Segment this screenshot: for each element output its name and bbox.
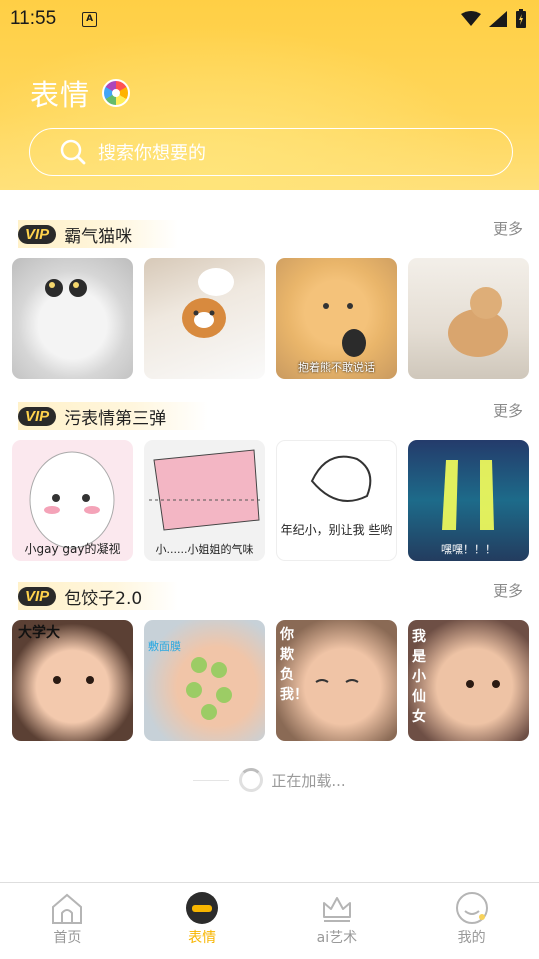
cat-sunglasses-image <box>45 279 87 297</box>
sticker-thumb[interactable]: 抱着熊不敢说话 <box>276 258 397 379</box>
tab-home[interactable]: 首页 <box>0 883 135 959</box>
status-bar: 11:55 A <box>10 6 527 32</box>
pinwheel-icon <box>102 79 131 107</box>
section-header: VIP 包饺子2.0 更多 <box>0 578 539 618</box>
sticker-thumb[interactable]: 小gay gay的凝视 <box>12 440 133 561</box>
vip-badge: VIP <box>18 586 57 606</box>
sticker-thumb[interactable]: 你欺负我！ <box>276 620 397 741</box>
section-header: VIP 霸气猫咪 更多 <box>0 216 539 256</box>
sticker-thumb[interactable]: 嘿嘿！！！ <box>408 440 529 561</box>
sticker-thumb[interactable] <box>12 258 133 379</box>
profile-icon <box>455 892 488 924</box>
doodle-blob-image <box>310 455 372 502</box>
sticker-caption: 嘿嘿！！！ <box>441 543 496 556</box>
section-title: 污表情第三弹 <box>64 408 167 429</box>
tab-label: 表情 <box>188 930 217 946</box>
sticker-thumb[interactable] <box>144 258 265 379</box>
sticker-thumb[interactable]: 敷面膜 <box>144 620 265 741</box>
loading-indicator: 正在加载... <box>0 768 539 792</box>
section-dumplings: VIP 包饺子2.0 更多 大学大 敷面膜 你欺负我！ 我是小仙女 <box>0 578 539 741</box>
tab-label: 我的 <box>457 930 486 946</box>
section-title: 包饺子2.0 <box>64 588 143 609</box>
tab-profile[interactable]: 我的 <box>404 883 539 959</box>
sticker-caption: 我是小仙女 <box>412 629 426 725</box>
search-bar[interactable]: 搜索你想要的 <box>29 128 513 176</box>
spinner-icon <box>239 768 264 792</box>
sitting-cat-image <box>448 287 508 357</box>
vip-badge: VIP <box>18 224 57 244</box>
sticker-caption: 大学大 <box>18 625 60 641</box>
sticker-thumb[interactable]: 我是小仙女 <box>408 620 529 741</box>
more-link[interactable]: 更多 <box>493 218 523 239</box>
sticker-caption: 你欺负我！ <box>280 627 308 703</box>
more-link[interactable]: 更多 <box>493 580 523 601</box>
notification-icon: A <box>82 11 98 27</box>
search-icon <box>60 139 86 165</box>
home-icon <box>52 893 83 924</box>
sticker-thumb[interactable] <box>408 258 529 379</box>
vip-badge: VIP <box>18 406 57 426</box>
section-header: VIP 污表情第三弹 更多 <box>0 398 539 438</box>
sticker-thumb[interactable]: 小......小姐姐的气味 <box>144 440 265 561</box>
section-cats: VIP 霸气猫咪 更多 抱着熊不敢说话 <box>0 216 539 379</box>
tab-label: 首页 <box>53 930 82 946</box>
bottom-tab-bar: 首页 表情 ai艺术 我的 <box>0 882 539 959</box>
sticker-caption: 小......小姐姐的气味 <box>155 543 254 556</box>
wifi-icon <box>461 11 481 26</box>
sticker-caption: 年纪小，别让我 些哟 <box>280 523 393 537</box>
sticker-thumb[interactable]: 年纪小，别让我 些哟 <box>276 440 397 561</box>
crown-icon <box>322 897 351 922</box>
tab-ai-art[interactable]: ai艺术 <box>270 883 405 959</box>
sticker-caption: 抱着熊不敢说话 <box>298 361 375 374</box>
emoji-icon <box>186 892 219 924</box>
two-cats-image <box>182 268 234 338</box>
signal-icon <box>489 11 507 27</box>
header: 11:55 A 表情 搜索你想要的 <box>0 0 539 190</box>
more-link[interactable]: 更多 <box>493 400 523 421</box>
page-title: 表情 <box>30 78 91 112</box>
section-naughty: VIP 污表情第三弹 更多 小gay gay的凝视 小......小姐姐的气味 … <box>0 398 539 561</box>
sticker-thumb[interactable]: 大学大 <box>12 620 133 741</box>
title-row: 表情 <box>30 72 131 114</box>
tab-emoji[interactable]: 表情 <box>135 883 270 959</box>
sticker-caption: 小gay gay的凝视 <box>24 542 121 556</box>
section-title: 霸气猫咪 <box>64 226 133 247</box>
tab-label: ai艺术 <box>316 930 358 946</box>
loading-text: 正在加载... <box>271 771 346 790</box>
battery-icon <box>516 9 526 28</box>
sticker-caption: 敷面膜 <box>148 640 181 653</box>
search-placeholder: 搜索你想要的 <box>98 143 206 164</box>
status-time: 11:55 <box>10 8 57 29</box>
